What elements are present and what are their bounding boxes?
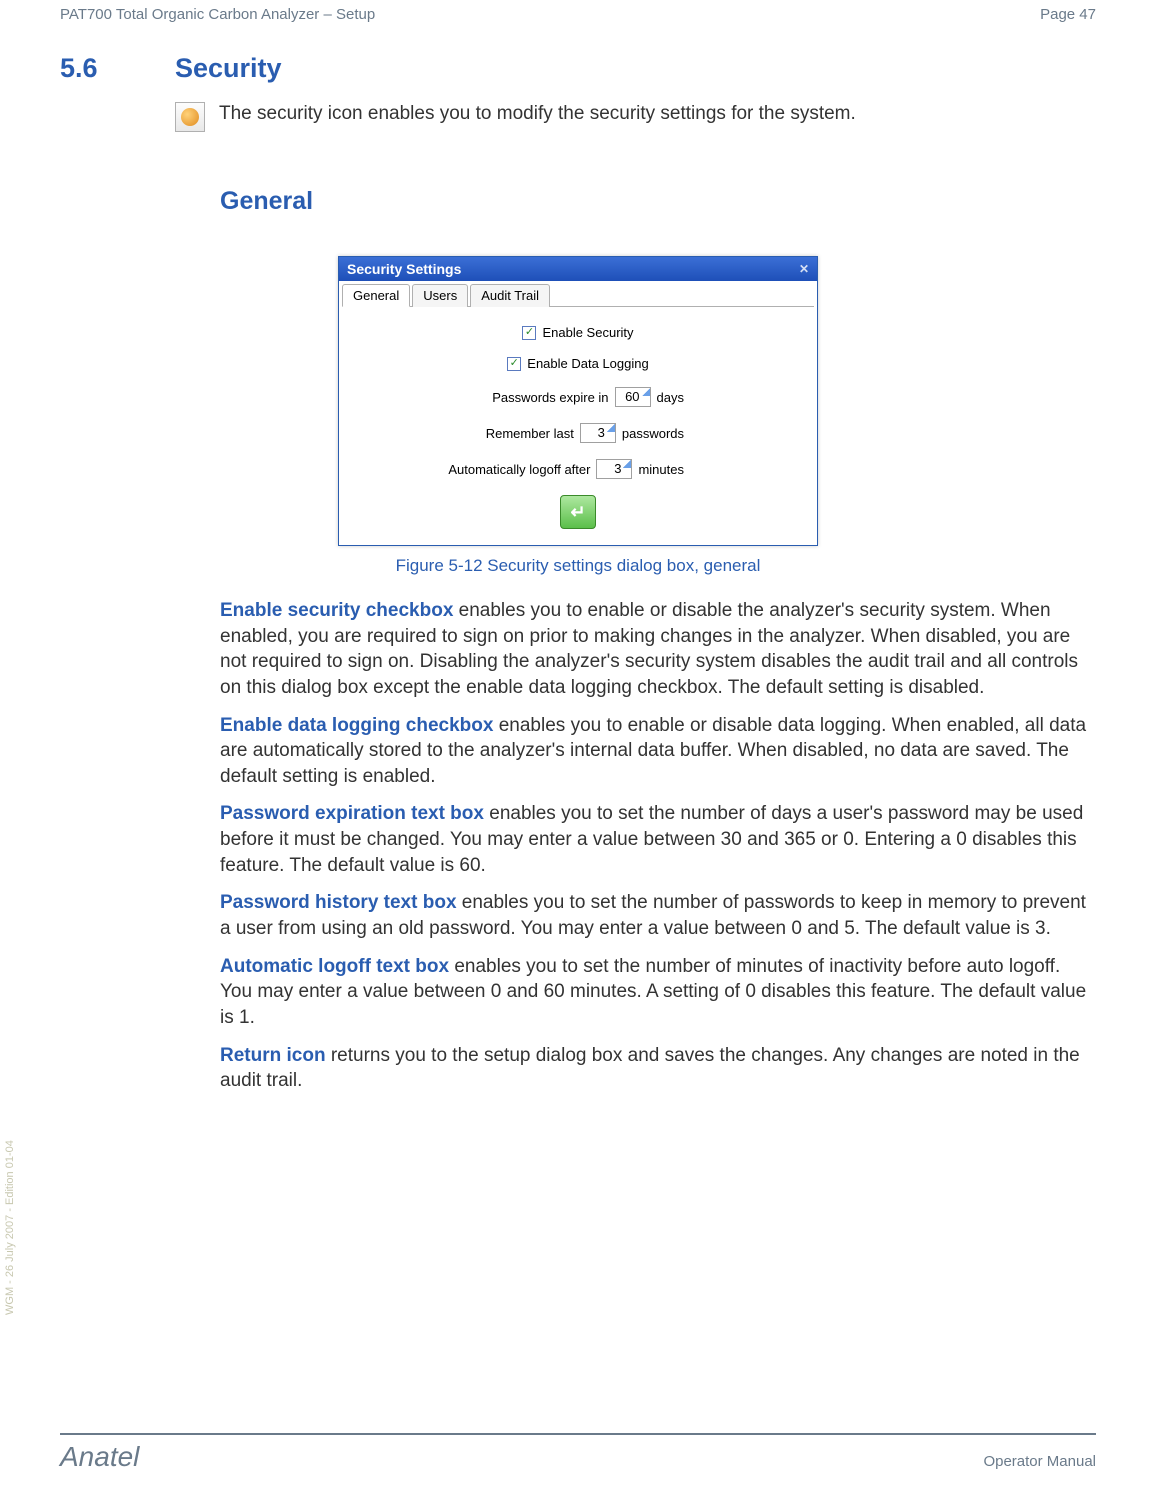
- para-enable-security: Enable security checkbox enables you to …: [220, 598, 1096, 701]
- auto-logoff-unit: minutes: [638, 462, 684, 477]
- footer-doc-title: Operator Manual: [983, 1453, 1096, 1470]
- security-settings-dialog: Security Settings ✕ General Users Audit …: [338, 256, 818, 546]
- para-lead: Password history text box: [220, 892, 457, 913]
- dialog-titlebar: Security Settings ✕: [339, 257, 817, 281]
- page-footer: Anatel Operator Manual: [60, 1441, 1096, 1473]
- password-expire-input[interactable]: 60: [615, 387, 651, 407]
- subsection-title: General: [220, 187, 1096, 216]
- tab-users[interactable]: Users: [412, 284, 468, 307]
- enable-data-logging-checkbox[interactable]: ✓: [507, 357, 521, 371]
- remember-last-unit: passwords: [622, 426, 684, 441]
- para-lead: Automatic logoff text box: [220, 956, 449, 977]
- section-intro: The security icon enables you to modify …: [219, 102, 856, 127]
- figure-caption: Figure 5-12 Security settings dialog box…: [396, 556, 761, 576]
- enable-security-checkbox[interactable]: ✓: [522, 326, 536, 340]
- page-header: PAT700 Total Organic Carbon Analyzer – S…: [60, 0, 1096, 53]
- para-password-expiration: Password expiration text box enables you…: [220, 801, 1096, 878]
- para-password-history: Password history text box enables you to…: [220, 890, 1096, 941]
- auto-logoff-input[interactable]: 3: [596, 459, 632, 479]
- para-return-icon: Return icon returns you to the setup dia…: [220, 1043, 1096, 1094]
- close-icon[interactable]: ✕: [799, 262, 809, 276]
- section-number: 5.6: [60, 53, 175, 84]
- return-button[interactable]: ↵: [560, 495, 596, 529]
- remember-last-label: Remember last: [486, 426, 574, 441]
- footer-rule: [60, 1433, 1096, 1435]
- return-arrow-icon: ↵: [570, 502, 585, 523]
- para-lead: Return icon: [220, 1045, 326, 1066]
- enable-security-label: Enable Security: [542, 325, 633, 340]
- section-heading: 5.6 Security: [60, 53, 1096, 84]
- password-expire-unit: days: [657, 390, 684, 405]
- para-enable-logging: Enable data logging checkbox enables you…: [220, 713, 1096, 790]
- remember-last-input[interactable]: 3: [580, 423, 616, 443]
- para-lead: Enable data logging checkbox: [220, 715, 493, 736]
- side-revision-text: WGM - 26 July 2007 - Edition 01-04: [4, 1140, 16, 1315]
- dialog-tabs: General Users Audit Trail: [342, 283, 814, 307]
- tab-audit-trail[interactable]: Audit Trail: [470, 284, 550, 307]
- header-title: PAT700 Total Organic Carbon Analyzer – S…: [60, 6, 375, 23]
- header-page-number: Page 47: [1040, 6, 1096, 23]
- security-icon: [175, 102, 205, 132]
- para-lead: Enable security checkbox: [220, 600, 453, 621]
- section-title: Security: [175, 53, 282, 84]
- para-rest: returns you to the setup dialog box and …: [220, 1045, 1080, 1092]
- tab-general[interactable]: General: [342, 284, 410, 307]
- figure-container: Security Settings ✕ General Users Audit …: [60, 256, 1096, 576]
- auto-logoff-label: Automatically logoff after: [448, 462, 590, 477]
- password-expire-label: Passwords expire in: [492, 390, 608, 405]
- enable-data-logging-label: Enable Data Logging: [527, 356, 648, 371]
- para-auto-logoff: Automatic logoff text box enables you to…: [220, 954, 1096, 1031]
- para-lead: Password expiration text box: [220, 803, 484, 824]
- footer-brand: Anatel: [60, 1441, 139, 1473]
- dialog-title: Security Settings: [347, 261, 461, 277]
